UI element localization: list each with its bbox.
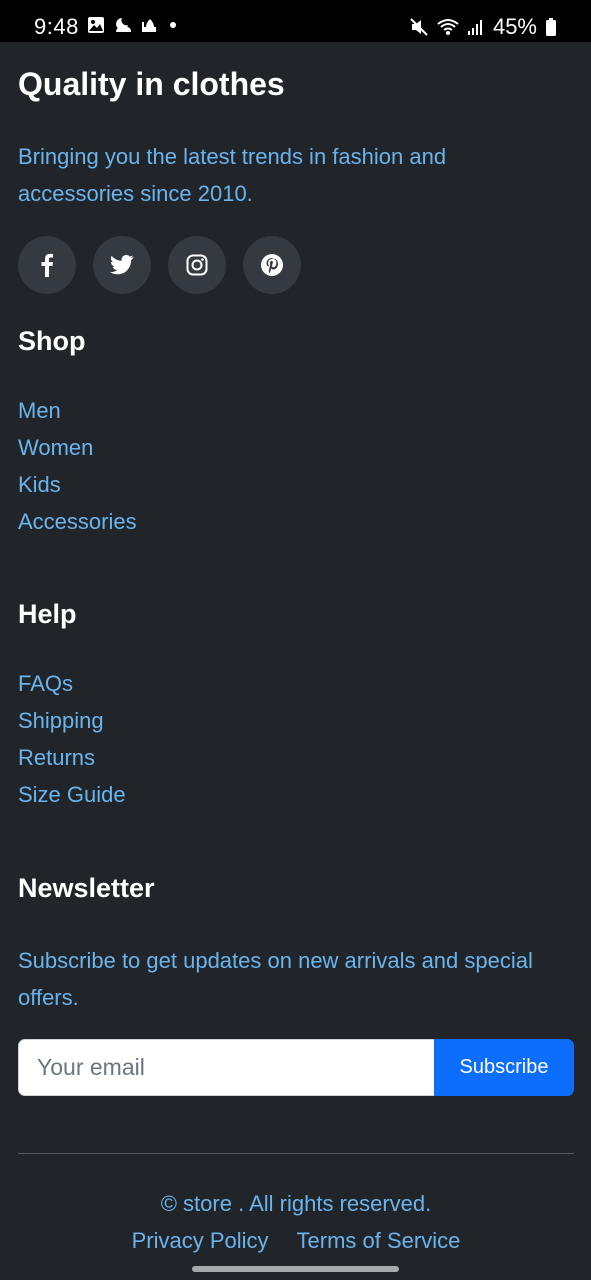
battery-icon (546, 18, 556, 36)
shop-link-accessories[interactable]: Accessories (18, 507, 137, 537)
shop-title: Shop (18, 326, 86, 356)
subscribe-button[interactable]: Subscribe (434, 1039, 574, 1096)
status-right-icons: 45% (409, 14, 557, 40)
shop-link-men[interactable]: Men (18, 396, 61, 426)
copyright-text: © store . All rights reserved. (160, 1191, 432, 1216)
status-left-icons (87, 16, 179, 34)
shop-links: Men Women Kids Accessories (18, 396, 137, 544)
twitter-button[interactable] (93, 236, 151, 294)
help-link-faqs[interactable]: FAQs (18, 669, 73, 699)
footer-divider (18, 1153, 574, 1154)
pinterest-icon (261, 254, 283, 276)
help-link-shipping[interactable]: Shipping (18, 706, 104, 736)
home-indicator[interactable] (192, 1266, 399, 1272)
battery-percent: 45% (492, 14, 537, 39)
help-title: Help (18, 599, 77, 629)
shop-link-kids[interactable]: Kids (18, 470, 61, 500)
facebook-button[interactable] (18, 236, 76, 294)
help-link-returns[interactable]: Returns (18, 743, 95, 773)
mosque-icon (142, 19, 156, 32)
social-links (18, 236, 301, 294)
facebook-icon (41, 253, 53, 277)
cloud-moon-icon (116, 18, 131, 32)
dot-icon (170, 22, 176, 28)
status-time: 9:48 (34, 14, 79, 39)
privacy-policy-link[interactable]: Privacy Policy (132, 1228, 269, 1254)
wifi-icon (437, 19, 459, 35)
mute-icon (410, 18, 428, 36)
twitter-icon (110, 255, 134, 275)
email-input[interactable] (18, 1039, 434, 1096)
signal-icon (467, 20, 482, 35)
newsletter-title: Newsletter (18, 873, 155, 903)
newsletter-description: Subscribe to get updates on new arrivals… (18, 948, 533, 1010)
brand-title: Quality in clothes (18, 66, 285, 102)
legal-links: Privacy Policy Terms of Service (18, 1228, 574, 1254)
gallery-icon (88, 17, 104, 33)
shop-link-women[interactable]: Women (18, 433, 93, 463)
instagram-icon (186, 254, 208, 276)
help-link-size-guide[interactable]: Size Guide (18, 780, 126, 810)
brand-tagline: Bringing you the latest trends in fashio… (18, 144, 447, 206)
pinterest-button[interactable] (243, 236, 301, 294)
status-bar: 9:48 45% (0, 0, 591, 42)
help-links: FAQs Shipping Returns Size Guide (18, 669, 126, 817)
subscribe-form: Subscribe (18, 1039, 574, 1096)
instagram-button[interactable] (168, 236, 226, 294)
terms-of-service-link[interactable]: Terms of Service (297, 1228, 461, 1254)
